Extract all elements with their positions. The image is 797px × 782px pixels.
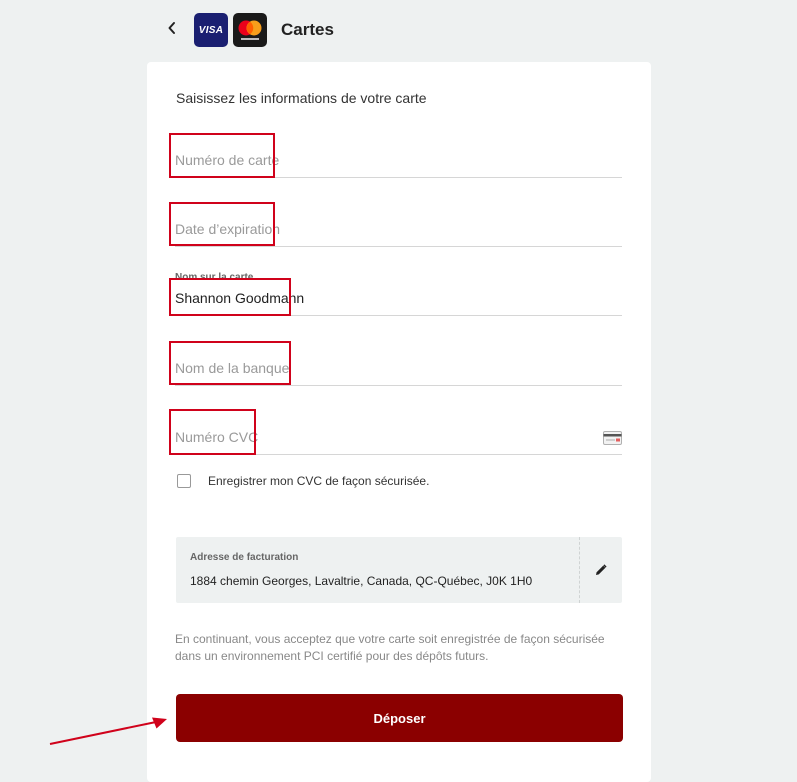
visa-logo: VISA xyxy=(194,13,228,47)
form-intro: Saisissez les informations de votre cart… xyxy=(176,90,427,106)
page-title: Cartes xyxy=(281,20,334,39)
chevron-left-icon xyxy=(168,22,175,34)
save-cvc-checkbox[interactable] xyxy=(177,474,191,488)
card-number-input[interactable] xyxy=(175,152,595,168)
name-input[interactable] xyxy=(175,290,595,306)
billing-address-label: Adresse de facturation xyxy=(190,552,299,563)
pencil-icon xyxy=(596,564,607,575)
annotation-arrow xyxy=(49,717,167,745)
pci-disclaimer: En continuant, vous acceptez que votre c… xyxy=(175,632,605,663)
save-cvc-row: Enregistrer mon CVC de façon sécurisée. xyxy=(177,472,429,490)
visa-logo-text: VISA xyxy=(198,24,224,36)
mastercard-logo xyxy=(233,13,267,47)
expiry-input[interactable] xyxy=(175,221,595,237)
card-number-field xyxy=(175,132,622,178)
bank-input[interactable] xyxy=(175,360,595,376)
billing-address-box: Adresse de facturation 1884 chemin Georg… xyxy=(176,537,622,603)
save-cvc-label: Enregistrer mon CVC de façon sécurisée. xyxy=(208,474,430,488)
billing-address-value: 1884 chemin Georges, Lavaltrie, Canada, … xyxy=(190,574,533,588)
bank-field xyxy=(175,340,622,386)
cvc-input[interactable] xyxy=(175,429,595,445)
back-button[interactable] xyxy=(162,16,182,40)
cvc-field xyxy=(175,409,622,455)
edit-billing-button[interactable] xyxy=(580,537,622,603)
header: VISA Cartes xyxy=(0,0,797,62)
deposit-button[interactable]: Déposer xyxy=(176,694,623,742)
mastercard-icon xyxy=(238,20,262,40)
name-field-label: Nom sur la carte xyxy=(175,272,254,283)
expiry-field xyxy=(175,201,622,247)
name-field: Nom sur la carte xyxy=(175,270,622,316)
card-cvc-icon xyxy=(603,431,622,445)
